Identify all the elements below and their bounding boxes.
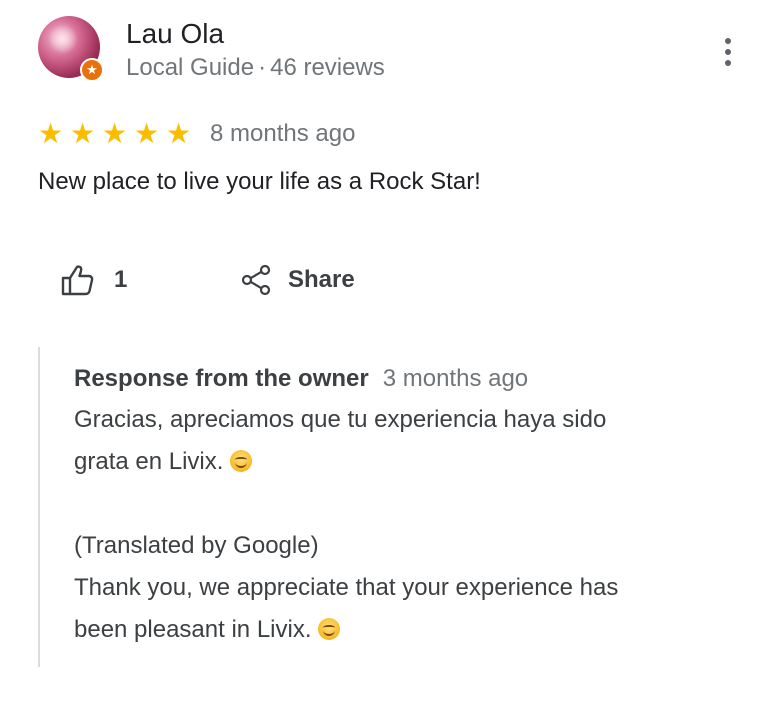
- review-count: 46 reviews: [270, 54, 385, 81]
- response-body: Gracias, apreciamos que tu experiencia h…: [74, 399, 724, 651]
- star-icon: ★: [102, 118, 128, 149]
- review-time: 8 months ago: [210, 120, 356, 147]
- local-guide-label: Local Guide: [126, 54, 255, 81]
- more-vert-icon-dot: [725, 38, 731, 44]
- response-original-line: Gracias, apreciamos que tu experiencia h…: [74, 406, 607, 433]
- local-guide-star-icon: ★: [80, 58, 104, 82]
- response-title: Response from the owner: [74, 365, 369, 392]
- thumbs-up-icon: [61, 265, 94, 296]
- star-icon: ★: [38, 118, 64, 149]
- translated-by-google-label: (Translated by Google): [74, 532, 319, 559]
- reviewer-name[interactable]: Lau Ola: [126, 18, 224, 50]
- like-button[interactable]: 1: [60, 258, 127, 302]
- reviewer-avatar[interactable]: ★: [38, 16, 104, 82]
- response-original-line-2: grata en Livix.: [74, 441, 724, 483]
- star-icon: ★: [134, 118, 160, 149]
- more-vert-icon-dot: [725, 49, 731, 55]
- response-translated-text: been pleasant in Livix.: [74, 616, 312, 643]
- smiling-face-emoji-icon: [318, 618, 341, 640]
- share-label: Share: [288, 266, 355, 293]
- star-icon: ★: [70, 118, 96, 149]
- response-original-text: grata en Livix.: [74, 448, 224, 475]
- review-text: New place to live your life as a Rock St…: [38, 168, 481, 195]
- meta-separator: ·: [258, 54, 267, 81]
- response-translated-line: Thank you, we appreciate that your exper…: [74, 574, 619, 601]
- like-count: 1: [114, 266, 128, 293]
- more-vert-icon-dot: [725, 60, 731, 66]
- reviewer-meta[interactable]: Local Guide · 46 reviews: [126, 54, 385, 82]
- response-time: 3 months ago: [382, 365, 529, 392]
- more-options-button[interactable]: [712, 34, 744, 70]
- star-icon: ★: [166, 118, 192, 149]
- owner-response: Response from the owner 3 months ago Grac…: [38, 347, 730, 667]
- smiling-face-emoji-icon: [230, 450, 253, 472]
- star-rating: ★ ★ ★ ★ ★ 8 months ago: [38, 118, 355, 150]
- response-translated-line-2: been pleasant in Livix.: [74, 609, 724, 651]
- share-icon: [241, 264, 271, 296]
- share-button[interactable]: Share: [240, 258, 355, 302]
- response-header: Response from the owner 3 months ago: [74, 365, 528, 393]
